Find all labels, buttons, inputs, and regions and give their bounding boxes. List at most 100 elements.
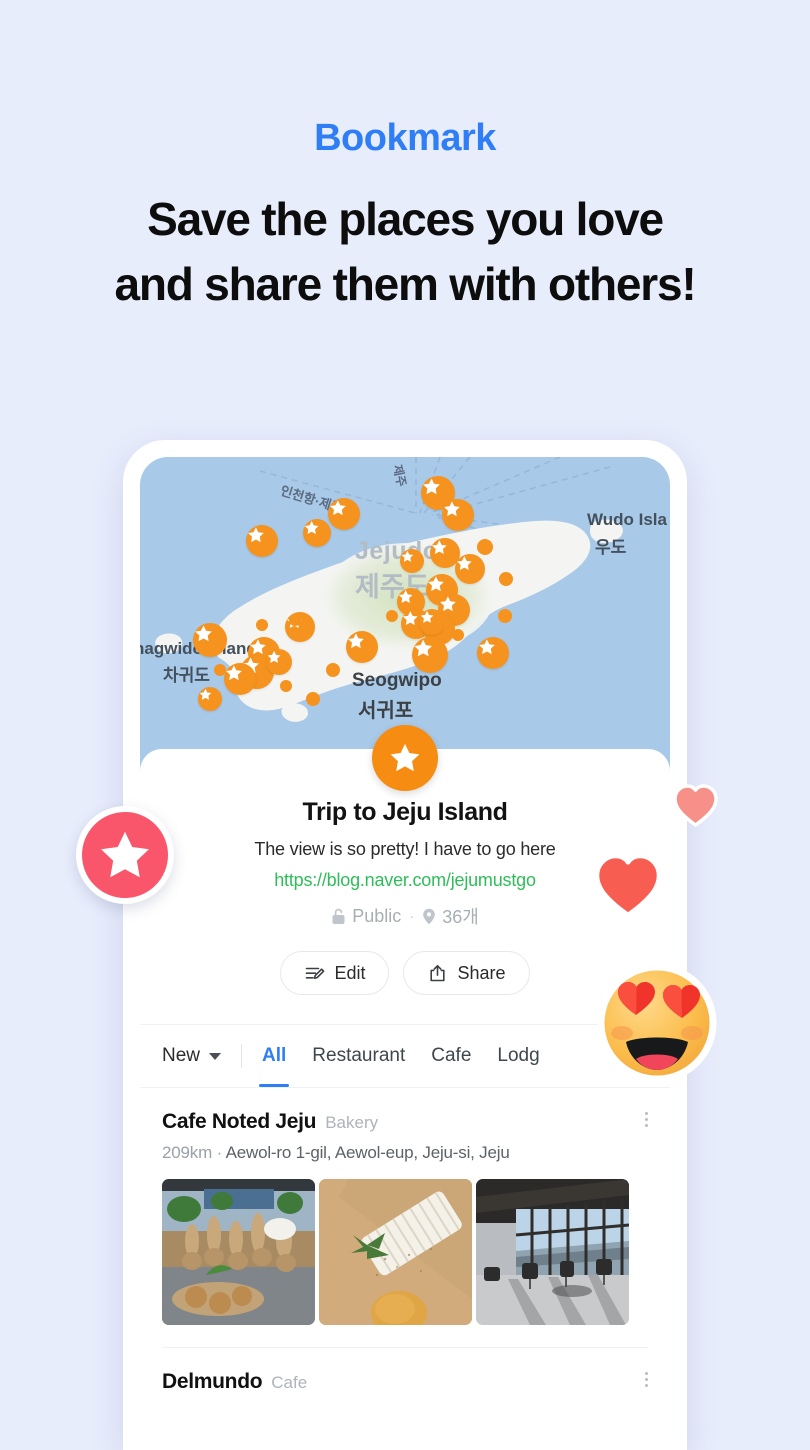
bakery-pastry-flatlay-image xyxy=(319,1179,472,1325)
promo-header: Bookmark Save the places you love and sh… xyxy=(0,0,810,317)
map-marker-dot[interactable] xyxy=(452,629,464,641)
star-icon xyxy=(348,633,364,649)
cafe-interior-duck-figurines-image xyxy=(162,1179,315,1325)
map-marker-dot[interactable] xyxy=(256,619,268,631)
star-icon xyxy=(414,639,432,657)
tab-all[interactable]: All xyxy=(258,1025,290,1087)
heart-eyes-emoji-icon xyxy=(597,963,717,1083)
map-marker-star[interactable] xyxy=(412,637,448,673)
collection-link[interactable]: https://blog.naver.com/jejumustgo xyxy=(140,870,670,891)
toolbar-divider xyxy=(241,1044,243,1068)
collection-star-badge xyxy=(372,725,438,791)
star-icon xyxy=(420,610,434,623)
star-icon xyxy=(250,639,266,655)
star-icon xyxy=(401,550,414,562)
sticker-heart-small xyxy=(672,782,719,829)
map-marker-star[interactable] xyxy=(477,637,509,669)
star-icon xyxy=(402,611,418,626)
list-item[interactable]: Cafe Noted Jeju Bakery 209km · Aewol-ro … xyxy=(140,1088,670,1325)
star-icon xyxy=(444,501,460,517)
chevron-down-icon xyxy=(209,1052,222,1060)
map-marker-star[interactable] xyxy=(224,663,256,695)
collection-actions: Edit Share xyxy=(140,951,670,995)
star-icon xyxy=(479,639,495,655)
map-marker-dot[interactable] xyxy=(214,664,226,676)
star-icon xyxy=(428,576,444,592)
map-marker-dot[interactable] xyxy=(326,663,340,677)
map-marker-star[interactable] xyxy=(303,519,331,547)
place-list: Cafe Noted Jeju Bakery 209km · Aewol-ro … xyxy=(140,1088,670,1394)
place-photo-3[interactable] xyxy=(476,1179,629,1325)
map-marker-dot[interactable] xyxy=(434,615,448,629)
map-marker-star[interactable] xyxy=(266,649,292,675)
place-category: Cafe xyxy=(271,1373,308,1392)
map-marker-star[interactable] xyxy=(193,623,227,657)
map-marker-dot[interactable] xyxy=(280,680,292,692)
star-icon xyxy=(423,478,440,495)
edit-button-label: Edit xyxy=(334,962,366,983)
star-icon xyxy=(390,743,420,772)
promo-eyebrow: Bookmark xyxy=(314,117,496,159)
sticker-star-badge xyxy=(76,806,174,904)
category-tabs[interactable]: All Restaurant Cafe Lodg xyxy=(258,1025,540,1087)
place-name: Cafe Noted Jeju xyxy=(162,1110,317,1133)
star-icon xyxy=(267,650,281,663)
collection-meta: Public · 36개 xyxy=(140,903,670,929)
tab-lodg[interactable]: Lodg xyxy=(497,1025,539,1087)
share-button-label: Share xyxy=(457,962,506,983)
collection-visibility: Public xyxy=(352,905,402,926)
star-icon xyxy=(195,625,212,642)
place-photo-1[interactable] xyxy=(162,1179,315,1325)
star-icon xyxy=(330,500,346,516)
map-marker-star[interactable] xyxy=(455,554,485,584)
share-button[interactable]: Share xyxy=(403,951,530,995)
place-address: Aewol-ro 1-gil, Aewol-eup, Jeju-si, Jeju xyxy=(225,1143,510,1162)
list-item[interactable]: Delmundo Cafe xyxy=(140,1348,670,1394)
promo-headline-line-2: and share them with others! xyxy=(114,258,696,311)
phone-mockup: 인천항·제주도 제주 Jejudo 제주도 Seogwipo 서귀포 Wudo … xyxy=(123,440,687,1450)
map-marker-star[interactable] xyxy=(198,687,222,711)
heart-icon xyxy=(673,784,718,827)
cafe-window-seating-image xyxy=(476,1179,629,1325)
star-icon xyxy=(456,556,472,571)
edit-button[interactable]: Edit xyxy=(280,951,390,995)
place-photos[interactable] xyxy=(162,1179,648,1325)
collection-title: Trip to Jeju Island xyxy=(302,798,508,826)
sticker-heart-big xyxy=(592,850,664,922)
phone-screen: 인천항·제주도 제주 Jejudo 제주도 Seogwipo 서귀포 Wudo … xyxy=(140,457,670,1450)
sticker-heart-eyes-emoji xyxy=(592,963,722,1083)
map-marker-star[interactable] xyxy=(400,549,424,573)
map-marker-star[interactable] xyxy=(346,631,378,663)
list-toolbar: New All Restaurant Cafe Lodg xyxy=(140,1024,670,1088)
map-marker-star[interactable] xyxy=(328,498,360,530)
map-marker-dot[interactable] xyxy=(477,539,493,555)
place-heading: Cafe Noted Jeju Bakery xyxy=(162,1110,648,1134)
map-marker-dot[interactable] xyxy=(386,610,398,622)
star-icon xyxy=(440,596,456,612)
sort-dropdown[interactable]: New xyxy=(162,1025,222,1087)
tab-cafe[interactable]: Cafe xyxy=(431,1025,471,1087)
star-icon xyxy=(398,590,413,603)
map-marker-dot[interactable] xyxy=(289,614,301,626)
star-icon xyxy=(248,527,264,543)
map-marker-dot[interactable] xyxy=(306,692,320,706)
tab-restaurant[interactable]: Restaurant xyxy=(312,1025,405,1087)
map-marker-dot[interactable] xyxy=(499,572,513,586)
more-options-icon[interactable] xyxy=(645,1372,648,1387)
place-photo-2[interactable] xyxy=(319,1179,472,1325)
map-marker-star[interactable] xyxy=(246,525,278,557)
place-address-row: 209km · Aewol-ro 1-gil, Aewol-eup, Jeju-… xyxy=(162,1143,648,1163)
collection-description: The view is so pretty! I have to go here xyxy=(254,839,556,859)
share-icon xyxy=(430,964,446,981)
heart-icon xyxy=(594,853,662,918)
place-distance: 209km xyxy=(162,1143,213,1162)
star-icon xyxy=(226,665,242,681)
star-icon xyxy=(304,521,319,534)
place-category: Bakery xyxy=(325,1113,379,1132)
map-marker-star[interactable] xyxy=(442,499,474,531)
promo-headline: Save the places you love and share them … xyxy=(0,187,810,318)
more-options-icon[interactable] xyxy=(645,1112,648,1127)
map-marker-dot[interactable] xyxy=(498,609,512,623)
place-heading: Delmundo Cafe xyxy=(162,1370,648,1394)
edit-list-icon xyxy=(306,967,325,979)
